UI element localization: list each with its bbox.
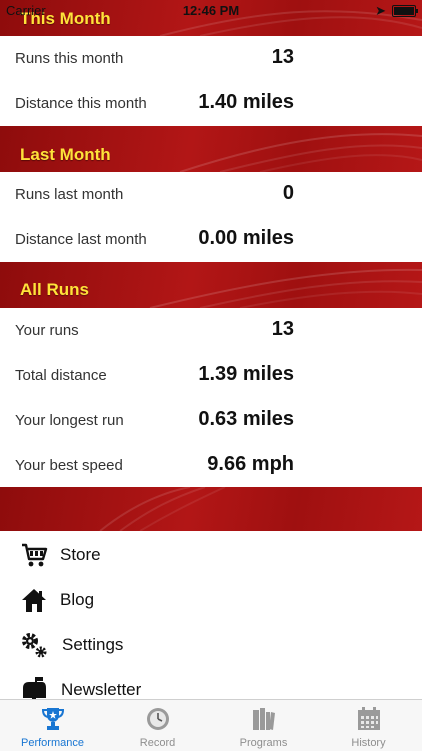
tab-label: Performance	[21, 737, 84, 749]
menu-item-label: Store	[60, 545, 101, 564]
tab-bar: Performance Record Programs History	[0, 699, 422, 751]
stat-label: Runs last month	[15, 186, 124, 203]
stat-row: Runs this month 13	[0, 36, 422, 82]
menu-item-label: Blog	[60, 590, 95, 609]
stat-value: 0	[282, 182, 294, 204]
tab-label: Record	[139, 737, 176, 749]
stat-row: Distance last month 0.00 miles	[0, 217, 422, 263]
section-header-all-runs: All Runs	[0, 262, 422, 308]
stat-value: 0.63 miles	[198, 408, 294, 430]
stat-row: Distance this month 1.40 miles	[0, 81, 422, 127]
stat-value: 1.40 miles	[198, 91, 294, 113]
calendar-icon	[358, 707, 380, 730]
cart-icon	[22, 543, 48, 567]
tab-performance[interactable]: Performance	[0, 700, 105, 751]
stat-row: Runs last month 0	[0, 172, 422, 218]
gears-icon	[22, 633, 47, 658]
stopwatch-icon	[147, 708, 169, 730]
tab-record[interactable]: Record	[105, 700, 210, 751]
status-bar: Carrier 12:46 PM ➤	[0, 0, 422, 22]
stat-value: 0.00 miles	[198, 227, 294, 249]
section-title: All Runs	[20, 280, 89, 299]
stat-value: 13	[271, 318, 294, 340]
decorative-banner	[0, 487, 422, 531]
stat-label: Runs this month	[15, 50, 124, 67]
stat-label: Your longest run	[15, 412, 124, 429]
section-title: Last Month	[20, 145, 111, 164]
menu-item-label: Newsletter	[61, 680, 142, 699]
status-time: 12:46 PM	[182, 3, 240, 18]
stat-row: Your best speed 9.66 mph	[0, 443, 422, 488]
menu-item-settings[interactable]: Settings	[0, 622, 422, 667]
home-icon	[22, 589, 46, 612]
status-indicators: ➤	[375, 3, 418, 19]
tab-label: History	[351, 737, 386, 749]
stat-label: Distance this month	[15, 95, 147, 112]
stat-row: Your longest run 0.63 miles	[0, 398, 422, 444]
menu-item-blog[interactable]: Blog	[0, 577, 422, 622]
tab-programs[interactable]: Programs	[211, 700, 316, 751]
books-icon	[253, 708, 275, 730]
trophy-icon	[41, 708, 65, 730]
stat-row: Total distance 1.39 miles	[0, 353, 422, 399]
battery-icon	[392, 5, 418, 17]
stat-row: Your runs 13	[0, 308, 422, 354]
stat-value: 13	[271, 46, 294, 68]
section-header-last-month: Last Month	[0, 126, 422, 172]
stat-value: 1.39 miles	[198, 363, 294, 385]
tab-history[interactable]: History	[316, 700, 421, 751]
stat-value: 9.66 mph	[207, 453, 294, 475]
location-icon: ➤	[375, 3, 386, 18]
banner-swirl-decoration	[99, 487, 226, 531]
tab-label: Programs	[239, 737, 288, 749]
stat-label: Your best speed	[15, 457, 123, 474]
menu-item-store[interactable]: Store	[0, 532, 422, 577]
stat-label: Your runs	[15, 322, 79, 339]
menu-item-label: Settings	[62, 635, 124, 654]
stat-label: Total distance	[15, 367, 107, 384]
stat-label: Distance last month	[15, 231, 147, 248]
